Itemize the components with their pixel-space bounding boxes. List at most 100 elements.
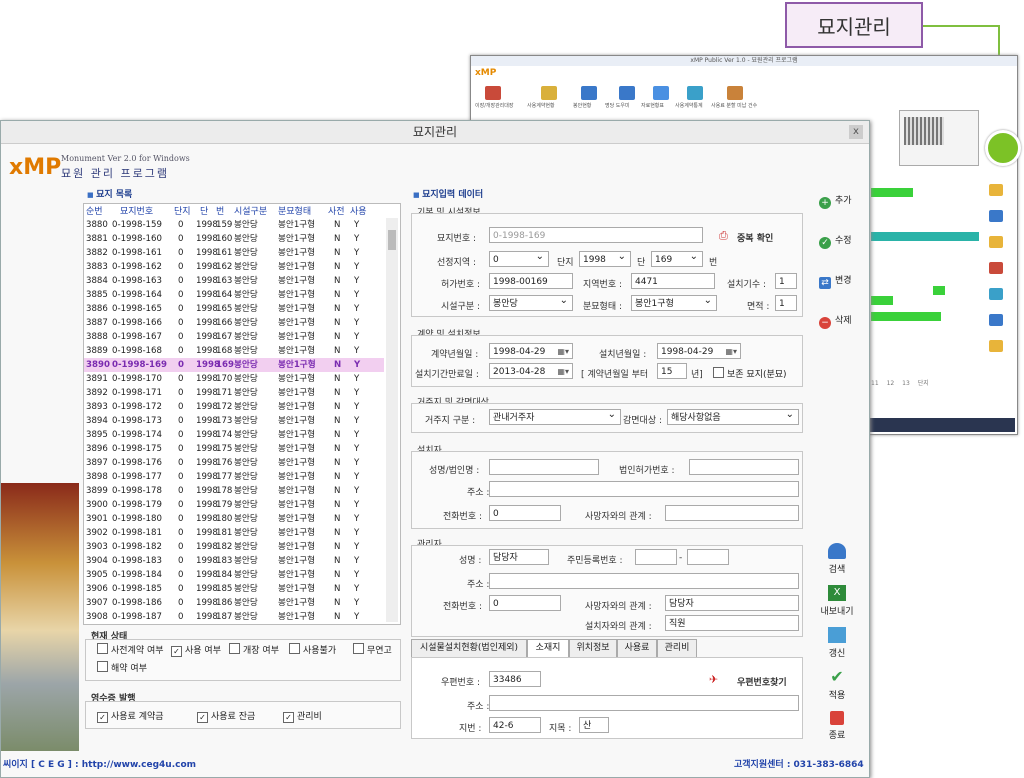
- zip-field[interactable]: 33486: [489, 671, 541, 687]
- col-header[interactable]: 시설구분: [234, 204, 267, 217]
- table-row[interactable]: 3881 0-1998-160 0 1998 160 봉안당 봉안1구형 N Y: [84, 232, 384, 246]
- plot-block[interactable]: [933, 286, 945, 295]
- table-row[interactable]: 3885 0-1998-164 0 1998 164 봉안당 봉안1구형 N Y: [84, 288, 384, 302]
- plot-block[interactable]: [871, 312, 941, 321]
- toolbar-label[interactable]: 사용계약현황: [527, 102, 555, 109]
- permit-field[interactable]: 1998-00169: [489, 273, 573, 289]
- installer-relation-field[interactable]: [665, 505, 799, 521]
- toolbar-icon[interactable]: [485, 86, 501, 100]
- table-row[interactable]: 3907 0-1998-186 0 1998 186 봉안당 봉안1구형 N Y: [84, 596, 384, 610]
- preserve-grave-checkbox[interactable]: 보존 묘지(분묘): [713, 367, 787, 380]
- table-row[interactable]: 3901 0-1998-180 0 1998 180 봉안당 봉안1구형 N Y: [84, 512, 384, 526]
- shape-select[interactable]: 봉안1구형: [631, 295, 717, 311]
- apply-button[interactable]: ✔ 적용: [817, 669, 857, 702]
- rrn-front-field[interactable]: [635, 549, 677, 565]
- change-button[interactable]: ⇄ 변경: [819, 273, 852, 289]
- tab-position-info[interactable]: 위치정보: [569, 639, 617, 658]
- table-row[interactable]: 3905 0-1998-184 0 1998 184 봉안당 봉안1구형 N Y: [84, 568, 384, 582]
- manager-name-field[interactable]: 담당자: [489, 549, 549, 565]
- checkbox-icon[interactable]: [289, 643, 300, 654]
- plot-block[interactable]: [871, 188, 913, 197]
- receipt-deposit-checkbox[interactable]: ✓ 사용료 계약금: [97, 709, 164, 723]
- expiry-date-picker[interactable]: 2013-04-28: [489, 363, 573, 379]
- col-header[interactable]: 사용: [350, 204, 367, 217]
- plot-block[interactable]: [871, 296, 893, 305]
- region-select[interactable]: 0: [489, 251, 549, 267]
- checkbox-checked-icon[interactable]: ✓: [283, 712, 294, 723]
- location-addr-field[interactable]: [489, 695, 799, 711]
- manager-addr-field[interactable]: [489, 573, 799, 589]
- table-row[interactable]: 3902 0-1998-181 0 1998 181 봉안당 봉안1구형 N Y: [84, 526, 384, 540]
- receipt-balance-checkbox[interactable]: ✓ 사용료 잔금: [197, 709, 255, 723]
- toolbar-label[interactable]: 명당 도우미: [605, 102, 630, 109]
- status-in-use-checkbox[interactable]: ✓ 사용 여부: [171, 643, 221, 657]
- toolbar-label[interactable]: 봉안현황: [573, 102, 591, 109]
- toolbar-label[interactable]: 사용료 분할 미납 건수: [711, 102, 757, 109]
- toolbar-label[interactable]: 이장/개장관리대장: [475, 102, 514, 109]
- side-tool-icon[interactable]: [989, 314, 1003, 326]
- table-row[interactable]: 3897 0-1998-176 0 1998 176 봉안당 봉안1구형 N Y: [84, 456, 384, 470]
- toolbar-label[interactable]: 자료현황표: [641, 102, 664, 109]
- side-tool-icon[interactable]: [989, 288, 1003, 300]
- scrollbar[interactable]: [386, 218, 398, 622]
- manager-relation1-field[interactable]: 담당자: [665, 595, 799, 611]
- page-12[interactable]: 12: [887, 380, 895, 387]
- table-row[interactable]: 3882 0-1998-161 0 1998 161 봉안당 봉안1구형 N Y: [84, 246, 384, 260]
- table-row[interactable]: 3884 0-1998-163 0 1998 163 봉안당 봉안1구형 N Y: [84, 274, 384, 288]
- count-field[interactable]: 1: [775, 273, 797, 289]
- toolbar-icon[interactable]: [541, 86, 557, 100]
- receipt-mgmt-fee-checkbox[interactable]: ✓ 관리비: [283, 709, 322, 723]
- table-row[interactable]: 3891 0-1998-170 0 1998 170 봉안당 봉안1구형 N Y: [84, 372, 384, 386]
- table-row[interactable]: 3887 0-1998-166 0 1998 166 봉안당 봉안1구형 N Y: [84, 316, 384, 330]
- checkbox-checked-icon[interactable]: ✓: [97, 712, 108, 723]
- col-header[interactable]: 순번: [86, 204, 103, 217]
- table-row[interactable]: 3890 0-1998-169 0 1998 169 봉안당 봉안1구형 N Y: [84, 358, 384, 372]
- checkbox-checked-icon[interactable]: ✓: [197, 712, 208, 723]
- table-row[interactable]: 3896 0-1998-175 0 1998 175 봉안당 봉안1구형 N Y: [84, 442, 384, 456]
- status-prebook-checkbox[interactable]: 사전계약 여부: [97, 643, 164, 656]
- jimok-field[interactable]: 산: [579, 717, 609, 733]
- col-header[interactable]: 단: [200, 204, 208, 217]
- table-row[interactable]: 3895 0-1998-174 0 1998 174 봉안당 봉안1구형 N Y: [84, 428, 384, 442]
- table-row[interactable]: 3889 0-1998-168 0 1998 168 봉안당 봉안1구형 N Y: [84, 344, 384, 358]
- checkbox-icon[interactable]: [97, 661, 108, 672]
- table-row[interactable]: 3904 0-1998-183 0 1998 183 봉안당 봉안1구형 N Y: [84, 554, 384, 568]
- status-unclaimed-checkbox[interactable]: 무연고: [353, 643, 392, 656]
- toolbar-icon[interactable]: [687, 86, 703, 100]
- toolbar-icon[interactable]: [727, 86, 743, 100]
- col-header[interactable]: 묘지번호: [120, 204, 153, 217]
- status-cancelled-checkbox[interactable]: 해약 여부: [97, 661, 147, 674]
- toolbar-icon[interactable]: [619, 86, 635, 100]
- rrn-back-field[interactable]: [687, 549, 729, 565]
- export-button[interactable]: X 내보내기: [817, 585, 857, 617]
- col-header[interactable]: 사전: [328, 204, 345, 217]
- lot-field[interactable]: 4471: [631, 273, 715, 289]
- delete-button[interactable]: − 삭제: [819, 313, 852, 329]
- installer-addr-field[interactable]: [489, 481, 799, 497]
- col-header[interactable]: 분묘형태: [278, 204, 311, 217]
- table-row[interactable]: 3900 0-1998-179 0 1998 179 봉안당 봉안1구형 N Y: [84, 498, 384, 512]
- contract-date-picker[interactable]: 1998-04-29: [489, 343, 573, 359]
- grave-no-field[interactable]: 0-1998-169: [489, 227, 703, 243]
- table-row[interactable]: 3880 0-1998-159 0 1998 159 봉안당 봉안1구형 N Y: [84, 218, 384, 232]
- checkbox-icon[interactable]: [353, 643, 364, 654]
- danji-select[interactable]: 1998: [579, 251, 631, 267]
- tab-facility-status[interactable]: 시설물설치현황(법인제외): [411, 639, 527, 658]
- table-row[interactable]: 3908 0-1998-187 0 1998 187 봉안당 봉안1구형 N Y: [84, 610, 384, 624]
- add-button[interactable]: + 추가: [819, 193, 852, 209]
- side-tool-icon[interactable]: [989, 236, 1003, 248]
- residence-type-select[interactable]: 관내거주자: [489, 409, 621, 425]
- checkbox-icon[interactable]: [713, 367, 724, 378]
- tab-location[interactable]: 소재지: [527, 639, 569, 658]
- jibun-field[interactable]: 42-6: [489, 717, 541, 733]
- table-row[interactable]: 3892 0-1998-171 0 1998 171 봉안당 봉안1구형 N Y: [84, 386, 384, 400]
- facility-select[interactable]: 봉안당: [489, 295, 573, 311]
- page-13[interactable]: 13: [902, 380, 910, 387]
- installer-phone-field[interactable]: 0: [489, 505, 561, 521]
- refresh-button[interactable]: 갱신: [817, 627, 857, 659]
- table-row[interactable]: 3888 0-1998-167 0 1998 167 봉안당 봉안1구형 N Y: [84, 330, 384, 344]
- scrollbar-thumb[interactable]: [388, 230, 396, 250]
- side-tool-icon[interactable]: [989, 262, 1003, 274]
- page-11[interactable]: 11: [871, 380, 879, 387]
- status-relocated-checkbox[interactable]: 개장 여부: [229, 643, 279, 656]
